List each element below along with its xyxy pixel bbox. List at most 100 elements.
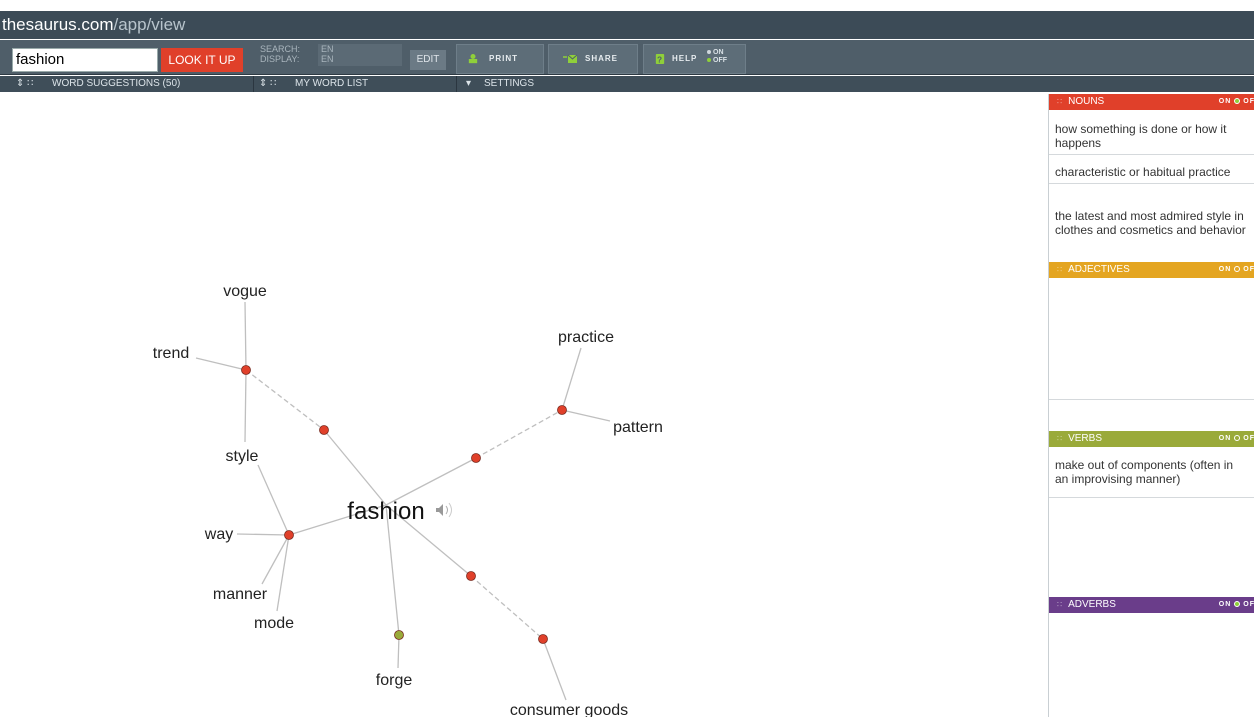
settings-tab[interactable]: SETTINGS: [484, 76, 534, 92]
graph-dashed-edge: [245, 369, 325, 431]
graph-edge: [561, 409, 611, 422]
help-label: HELP: [672, 54, 698, 63]
print-button[interactable]: PRINT: [456, 44, 544, 74]
divider: [456, 76, 457, 92]
graph-edge: [244, 301, 247, 371]
printer-icon: [468, 53, 478, 64]
off-label: OF: [1243, 601, 1254, 608]
display-language-value: EN: [321, 54, 334, 64]
on-dot: [1234, 98, 1241, 104]
graph-edge: [561, 347, 582, 411]
help-icon: ?: [655, 53, 665, 64]
graph-edge: [397, 634, 400, 669]
url-path: /app/view: [113, 15, 186, 34]
speaker-icon[interactable]: [436, 502, 452, 518]
verbs-header[interactable]: ∷ VERBS ON OF: [1049, 431, 1254, 447]
on-dot: [1234, 435, 1241, 441]
noun-sense-node[interactable]: [241, 365, 251, 375]
noun-definition[interactable]: the latest and most admired style in clo…: [1049, 205, 1254, 241]
divider: [253, 76, 254, 92]
on-label: ON: [1218, 266, 1232, 273]
svg-text:?: ?: [657, 54, 663, 64]
adjectives-body: [1049, 278, 1254, 400]
on-dot: [1234, 266, 1241, 272]
look-it-up-button[interactable]: LOOK IT UP: [161, 48, 243, 72]
graph-dashed-edge: [470, 575, 544, 640]
search-input[interactable]: fashion: [12, 48, 158, 72]
noun-sense-node[interactable]: [471, 453, 481, 463]
graph-edge: [542, 638, 567, 701]
off-label: OF: [1243, 435, 1254, 442]
grip-icon: ∷: [1057, 434, 1063, 443]
adjectives-header[interactable]: ∷ ADJECTIVES ON OF: [1049, 262, 1254, 278]
word-consumer-goods[interactable]: consumer goods: [510, 702, 628, 717]
suggestions-grip-icon[interactable]: ⇕ ∷: [16, 76, 34, 92]
graph-labels: vogue trend style way manner mode forge …: [153, 283, 663, 717]
adverbs-toggle[interactable]: ON OF: [1219, 597, 1254, 613]
edit-language-button[interactable]: EDIT: [410, 50, 446, 70]
graph-dashed-edge: [475, 409, 563, 459]
noun-sense-node[interactable]: [466, 571, 476, 581]
my-word-list-tab[interactable]: MY WORD LIST: [295, 76, 368, 92]
word-forge[interactable]: forge: [376, 672, 413, 689]
grip-icon: ∷: [1057, 265, 1063, 274]
adverbs-header[interactable]: ∷ ADVERBS ON OF: [1049, 597, 1254, 613]
settings-caret-icon[interactable]: ▾: [466, 76, 471, 92]
graph-edge: [323, 429, 387, 506]
word-pattern[interactable]: pattern: [613, 419, 663, 436]
noun-definition[interactable]: characteristic or habitual practice: [1049, 161, 1254, 184]
adjectives-toggle[interactable]: ON OF: [1219, 262, 1254, 278]
graph-edge: [244, 369, 247, 443]
center-word[interactable]: fashion: [347, 498, 424, 525]
noun-sense-node[interactable]: [319, 425, 329, 435]
noun-sense-node[interactable]: [284, 530, 294, 540]
search-language-label: SEARCH:: [260, 44, 301, 54]
on-dot: [1234, 601, 1241, 607]
verbs-label: VERBS: [1068, 433, 1102, 444]
graph-edge: [236, 533, 290, 536]
nouns-toggle[interactable]: ON OF: [1219, 94, 1254, 110]
noun-sense-node[interactable]: [557, 405, 567, 415]
share-button[interactable]: SHARE: [548, 44, 638, 74]
off-label: OF: [1243, 98, 1254, 105]
search-language-value: EN: [321, 44, 334, 54]
adjectives-label: ADJECTIVES: [1068, 264, 1130, 275]
grip-icon: ∷: [1057, 97, 1063, 106]
envelope-icon: [563, 54, 578, 63]
word-mode[interactable]: mode: [254, 615, 294, 632]
share-label: SHARE: [585, 54, 619, 63]
on-label: ON: [1218, 98, 1232, 105]
word-suggestions-tab[interactable]: WORD SUGGESTIONS (50): [52, 76, 180, 92]
word-style[interactable]: style: [226, 448, 259, 465]
noun-definition[interactable]: how something is done or how it happens: [1049, 118, 1254, 155]
verbs-toggle[interactable]: ON OF: [1219, 431, 1254, 447]
verb-sense-node[interactable]: [394, 630, 404, 640]
word-trend[interactable]: trend: [153, 345, 189, 362]
word-vogue[interactable]: vogue: [223, 283, 267, 300]
noun-sense-node[interactable]: [538, 634, 548, 644]
word-way[interactable]: way: [204, 526, 233, 543]
language-labels: SEARCH: DISPLAY:: [260, 44, 300, 64]
nouns-header[interactable]: ∷ NOUNS ON OF: [1049, 94, 1254, 110]
adverbs-label: ADVERBS: [1068, 599, 1116, 610]
language-values[interactable]: EN EN: [318, 44, 402, 66]
on-label: ON: [1218, 601, 1232, 608]
on-label: ON: [1218, 435, 1232, 442]
help-off-dot: [707, 58, 711, 63]
address-bar[interactable]: thesaurus.com/app/view: [0, 11, 1254, 39]
off-label: OF: [1243, 266, 1254, 273]
word-manner[interactable]: manner: [213, 586, 268, 603]
verb-definition[interactable]: make out of components (often in an impr…: [1049, 454, 1254, 498]
display-language-label: DISPLAY:: [260, 54, 300, 64]
print-label: PRINT: [489, 54, 518, 63]
word-graph[interactable]: vogue trend style way manner mode forge …: [0, 92, 1048, 717]
graph-edge: [257, 464, 290, 536]
word-practice[interactable]: practice: [558, 329, 614, 346]
wordlist-grip-icon[interactable]: ⇕ ∷: [259, 76, 277, 92]
toolbar: fashion LOOK IT UP SEARCH: DISPLAY: EN E…: [0, 40, 1254, 75]
definitions-panel: ∷ NOUNS ON OF how something is done or how…: [1048, 94, 1254, 717]
graph-edge: [195, 357, 247, 371]
help-toggle[interactable]: ON OFF: [707, 49, 727, 65]
help-button[interactable]: ? HELP: [643, 44, 746, 74]
help-on-dot: [707, 50, 711, 55]
